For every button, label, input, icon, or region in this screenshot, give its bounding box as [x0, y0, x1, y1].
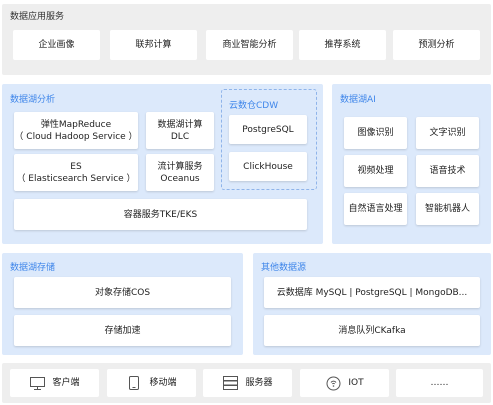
endpoint-iot[interactable]: IOT: [300, 369, 389, 397]
endpoint-more[interactable]: ……: [396, 369, 483, 397]
dlc-name: 数据湖计算: [157, 119, 203, 130]
endpoint-more-label: ……: [430, 378, 449, 388]
lake-analysis-title: 数据湖分析: [10, 95, 56, 105]
service-forecast-analysis[interactable]: 预测分析: [393, 30, 480, 60]
es-name: ES: [70, 161, 82, 172]
ai-nlp[interactable]: 自然语言处理: [344, 193, 407, 225]
data-services-title: 数据应用服务: [10, 12, 65, 22]
ai-smart-robot[interactable]: 智能机器人: [416, 193, 479, 225]
endpoint-server[interactable]: 服务器: [203, 369, 292, 397]
endpoint-client[interactable]: 客户端: [10, 369, 99, 397]
iot-icon: [325, 376, 341, 390]
cdw-clickhouse[interactable]: ClickHouse: [229, 152, 307, 181]
cdw-title: 云数仓CDW: [229, 101, 279, 111]
mobile-icon: [126, 376, 142, 390]
dlc-subtitle: DLC: [170, 131, 190, 142]
es-box[interactable]: ES （ Elasticsearch Service ）: [14, 154, 138, 191]
dlc-box[interactable]: 数据湖计算 DLC: [146, 112, 214, 149]
ai-text-recognition[interactable]: 文字识别: [416, 117, 479, 149]
service-federated-computing[interactable]: 联邦计算: [110, 30, 197, 60]
tke-eks-box[interactable]: 容器服务TKE/EKS: [14, 199, 307, 230]
oceanus-box[interactable]: 流计算服务 Oceanus: [146, 154, 214, 191]
ai-speech-technology[interactable]: 语音技术: [416, 155, 479, 187]
ai-image-recognition[interactable]: 图像识别: [344, 117, 407, 149]
emr-box[interactable]: 弹性MapReduce （ Cloud Hadoop Service ）: [14, 112, 138, 149]
emr-subtitle: （ Cloud Hadoop Service ）: [14, 131, 138, 142]
service-recommendation[interactable]: 推荐系统: [299, 30, 386, 60]
storage-acceleration[interactable]: 存储加速: [14, 315, 231, 346]
oceanus-name: 流计算服务: [157, 161, 203, 172]
emr-name: 弹性MapReduce: [40, 119, 112, 130]
storage-cos[interactable]: 对象存储COS: [14, 277, 231, 308]
monitor-icon: [29, 376, 45, 390]
endpoint-iot-label: IOT: [348, 378, 364, 388]
lake-ai-title: 数据湖AI: [340, 95, 376, 105]
service-business-intelligence[interactable]: 商业智能分析: [206, 30, 293, 60]
ai-video-processing[interactable]: 视频处理: [344, 155, 407, 187]
endpoint-mobile[interactable]: 移动端: [107, 369, 196, 397]
endpoint-mobile-label: 移动端: [149, 378, 177, 388]
cdw-postgresql[interactable]: PostgreSQL: [229, 115, 307, 144]
oceanus-subtitle: Oceanus: [160, 173, 200, 184]
lake-storage-title: 数据湖存储: [10, 263, 56, 273]
es-subtitle: （ Elasticsearch Service ）: [16, 173, 136, 184]
endpoint-server-label: 服务器: [245, 378, 273, 388]
source-ckafka[interactable]: 消息队列CKafka: [264, 315, 480, 346]
endpoint-client-label: 客户端: [52, 378, 80, 388]
service-enterprise-portrait[interactable]: 企业画像: [13, 30, 100, 60]
source-cloud-database[interactable]: 云数据库 MySQL | PostgreSQL | MongoDB...: [264, 277, 480, 308]
server-icon: [222, 376, 238, 390]
other-sources-title: 其他数据源: [261, 263, 307, 273]
